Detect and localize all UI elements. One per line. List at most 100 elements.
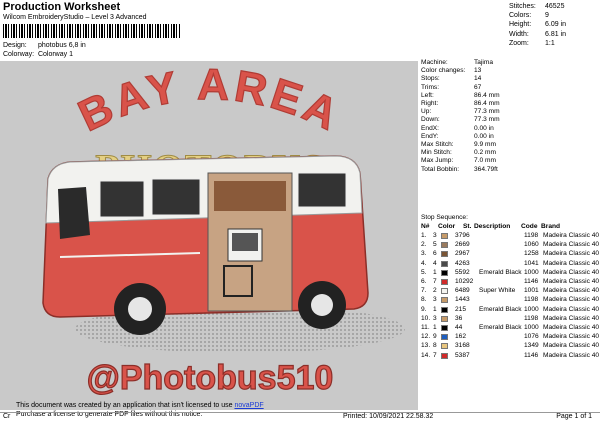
color-swatch: [441, 233, 448, 239]
photobus510-handle: @Photobus510: [87, 359, 334, 397]
color-index: 3: [433, 314, 437, 322]
stat-row: Width: 6.81 in: [509, 30, 566, 39]
design-preview: BAY AREA PHOTOBUS @Photobus510: [0, 61, 418, 410]
color-swatch: [441, 315, 448, 322]
stop-sequence-title: Stop Sequence:: [421, 214, 468, 221]
novapdf-link[interactable]: novaPDF: [234, 402, 263, 409]
col-color: Color: [438, 223, 456, 230]
footer-divider: [0, 412, 600, 413]
stop-sequence-row: 10. 3 36 1198 Madeira Classic 40: [421, 315, 600, 324]
embroidery-design: BAY AREA PHOTOBUS @Photobus510: [42, 61, 405, 398]
machine-value: 0.00 in: [474, 124, 494, 132]
colorway-info: Colorway: Colorway 1: [3, 51, 73, 58]
machine-label: Machine:: [421, 59, 448, 66]
col-brand: Brand: [541, 223, 561, 230]
thread-number: 6489: [455, 287, 470, 295]
machine-label: Total Bobbin:: [421, 165, 460, 173]
machine-label: EndY:: [421, 132, 439, 140]
thread-number: 2669: [455, 241, 470, 249]
thread-number: 10292: [455, 278, 474, 285]
machine-label: Left:: [421, 91, 434, 99]
license-notice: This document was created by an applicat…: [16, 401, 264, 419]
machine-row: Down: 77.3 mm: [421, 116, 600, 124]
stat-row: Stitches: 46525: [509, 2, 566, 11]
thread-code: 1000: [524, 268, 539, 276]
thread-code: 1198: [524, 314, 539, 322]
thread-brand: Madeira Classic 40: [543, 305, 600, 313]
stop-sequence-row: 6. 7 10292 1146 Madeira Classic 40: [421, 278, 600, 287]
stop-sequence-row: 5. 1 5592 Emerald Black 1000 Madeira Classic …: [421, 269, 600, 278]
color-index: 5: [433, 241, 437, 249]
thread-code: 1000: [524, 324, 539, 331]
thread-code: 1258: [524, 250, 539, 258]
stop-number: 13.: [421, 342, 431, 350]
color-swatch: [441, 288, 448, 295]
stop-number: 3.: [421, 250, 427, 258]
machine-label: Trims:: [421, 83, 440, 91]
machine-row: EndY: 0.00 in: [421, 133, 600, 141]
bay-area-text: BAY AREA: [71, 61, 349, 141]
thread-brand: Madeira Classic 40: [543, 287, 600, 295]
thread-number: 3796: [455, 232, 470, 239]
thread-code: 1198: [524, 232, 539, 239]
thread-description: Super White: [479, 287, 516, 295]
stop-number: 10.: [421, 314, 431, 322]
machine-label: Stops:: [421, 75, 440, 83]
machine-value: 67: [474, 83, 482, 91]
bus-illustration: [42, 155, 369, 335]
thread-code: 1001: [524, 287, 539, 295]
design-label: Design:: [3, 42, 27, 49]
page-number: Page 1 of 1: [556, 413, 592, 420]
machine-row: Max Stitch: 9.9 mm: [421, 141, 600, 149]
stop-number: 1.: [421, 232, 427, 239]
machine-row: Min Stitch: 0.2 mm: [421, 149, 600, 157]
color-swatch: [441, 260, 448, 267]
color-index: 2: [433, 287, 437, 295]
stat-value: 1:1: [545, 39, 555, 47]
stop-sequence-row: 1. 3 3796 1198 Madeira Classic 40: [421, 232, 600, 241]
stop-sequence-row: 11. 1 44 Emerald Black 1000 Madeira Classic 4…: [421, 324, 600, 333]
thread-brand: Madeira Classic 40: [543, 268, 600, 276]
stop-number: 7.: [421, 287, 427, 295]
machine-value: 7.0 mm: [474, 157, 496, 165]
thread-brand: Madeira Classic 40: [543, 278, 600, 285]
stop-sequence-row: 13. 8 3168 1349 Madeira Classic 40: [421, 342, 600, 351]
thread-code: 1146: [524, 351, 539, 359]
thread-code: 1198: [524, 296, 539, 304]
machine-label: EndX:: [421, 124, 439, 132]
machine-info: Machine: Tajima Color changes: 13 Stops: 14 Tr…: [421, 59, 600, 174]
design-value: photobus 6,8 in: [37, 42, 86, 49]
stop-number: 11.: [421, 324, 430, 331]
thread-number: 36: [455, 314, 463, 322]
machine-label: Down:: [421, 116, 440, 124]
thread-brand: Madeira Classic 40: [543, 314, 600, 322]
color-swatch: [441, 343, 448, 350]
thread-description: Emerald Black: [479, 324, 522, 331]
stop-number: 9.: [421, 305, 427, 313]
stat-label: Width:: [509, 30, 529, 38]
stop-sequence-row: 2. 5 2669 1060 Madeira Classic 40: [421, 241, 600, 250]
thread-code: 1000: [524, 305, 539, 313]
thread-number: 4263: [455, 259, 470, 267]
stop-number: 2.: [421, 241, 427, 249]
col-st: St.: [463, 223, 472, 230]
thread-brand: Madeira Classic 40: [543, 342, 600, 350]
stat-row: Height: 6.09 in: [509, 20, 566, 29]
machine-value: 9.9 mm: [474, 141, 496, 149]
machine-value: 0.00 in: [474, 132, 494, 140]
color-swatch: [441, 352, 448, 359]
stat-row: Colors: 9: [509, 11, 566, 20]
colorway-value: Colorway 1: [37, 51, 73, 58]
machine-label: Min Stitch:: [421, 149, 452, 157]
stop-sequence-row: 14. 7 5387 1146 Madeira Classic 40: [421, 352, 600, 361]
thread-code: 1076: [524, 333, 539, 341]
stat-value: 9: [545, 12, 549, 20]
stat-label: Stitches:: [509, 3, 536, 10]
col-n: N#: [421, 223, 430, 230]
machine-row: Total Bobbin: 364.79ft: [421, 166, 600, 174]
stop-sequence-row: 8. 3 1443 1198 Madeira Classic 40: [421, 296, 600, 305]
stop-sequence-row: 12. 9 162 1076 Madeira Classic 40: [421, 333, 600, 342]
thread-brand: Madeira Classic 40: [543, 296, 600, 304]
color-index: 4: [433, 259, 437, 267]
thread-number: 1443: [455, 296, 470, 304]
